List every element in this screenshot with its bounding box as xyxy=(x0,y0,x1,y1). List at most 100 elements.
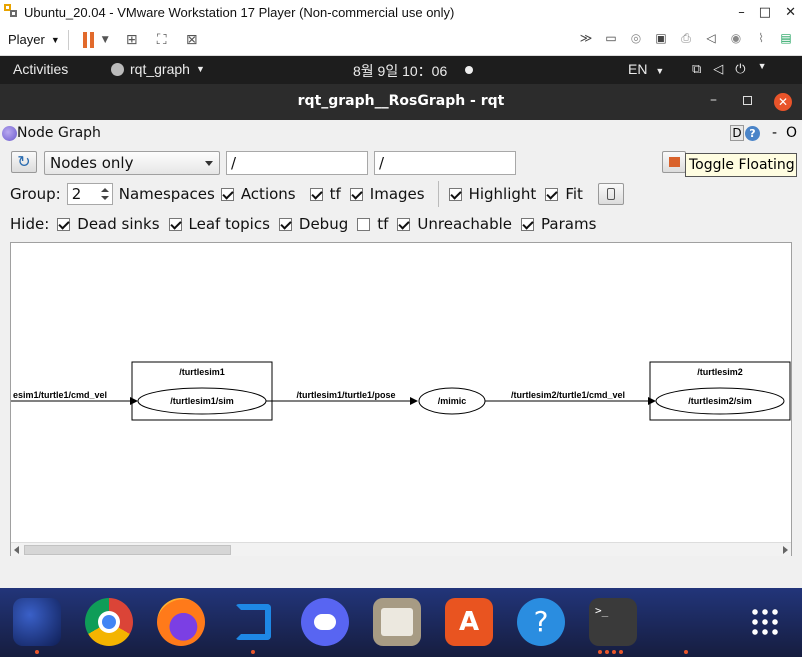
save-icon xyxy=(669,157,680,167)
printer-icon[interactable]: ⎙ xyxy=(676,28,696,48)
edge-label-cmd-vel-out[interactable]: /turtlesim2/turtle1/cmd_vel xyxy=(511,390,625,400)
fit-checkbox[interactable] xyxy=(545,187,559,201)
refresh-icon: ↻ xyxy=(17,152,31,171)
graph-mode-select[interactable]: Nodes only xyxy=(44,151,220,175)
message-log-icon[interactable]: ▤ xyxy=(776,28,796,48)
horizontal-scrollbar[interactable] xyxy=(11,542,791,556)
debug-checkbox[interactable] xyxy=(278,217,292,231)
namespace-filter-input[interactable]: / xyxy=(226,151,368,175)
discord-icon[interactable] xyxy=(301,598,349,646)
help-icon[interactable]: ? xyxy=(517,598,565,646)
dead-sinks-checkbox[interactable] xyxy=(57,217,71,231)
files-icon[interactable] xyxy=(373,598,421,646)
show-apps-icon[interactable] xyxy=(741,598,789,646)
plugin-title-bar: Node Graph D ? - O xyxy=(0,124,802,144)
minimize-plugin-button[interactable]: - xyxy=(772,125,777,141)
software-center-icon[interactable]: A xyxy=(445,598,493,646)
input-language-button[interactable]: EN ▼ xyxy=(628,61,664,77)
network-adapter-icon[interactable]: ▣ xyxy=(651,28,671,48)
tf-checkbox[interactable] xyxy=(309,187,323,201)
hide-tf-label: tf xyxy=(377,215,389,233)
usb-device-icon[interactable]: ⌇ xyxy=(751,28,771,48)
volume-muted-icon: ◁ xyxy=(713,61,724,76)
hide-tf-option[interactable]: tf xyxy=(357,215,388,233)
fit-option[interactable]: Fit xyxy=(545,185,583,203)
namespaces-checkbox[interactable] xyxy=(220,187,234,201)
unreachable-checkbox[interactable] xyxy=(397,217,411,231)
hide-options-row: Hide: Dead sinks Leaf topics Debug tf Un… xyxy=(10,214,605,234)
tooltip: Toggle Floating xyxy=(685,153,797,177)
hide-tf-checkbox[interactable] xyxy=(357,217,371,231)
highlight-checkbox[interactable] xyxy=(448,187,462,201)
node-graph-icon xyxy=(2,126,17,141)
images-checkbox[interactable] xyxy=(349,187,363,201)
group-spinbox[interactable]: 2 xyxy=(66,183,113,205)
group-options-row: Group: 2 Namespaces Actions tf Images Hi… xyxy=(10,181,624,207)
terminal-icon[interactable]: >_ xyxy=(589,598,637,646)
sound-card-icon[interactable]: ◁ xyxy=(701,28,721,48)
vscode-icon[interactable] xyxy=(229,598,277,646)
recording-indicator-icon xyxy=(465,66,473,74)
maximize-button[interactable] xyxy=(743,96,752,105)
help-button[interactable]: ? xyxy=(745,126,760,141)
activities-button[interactable]: Activities xyxy=(13,61,68,77)
namespaces-checkbox-wrap xyxy=(220,187,241,201)
camera-icon[interactable]: ◉ xyxy=(726,28,746,48)
node-label-turtlesim1-sim: /turtlesim1/sim xyxy=(170,396,234,406)
chevron-down-icon[interactable]: ▼ xyxy=(102,35,109,45)
fit-in-view-button[interactable] xyxy=(597,183,624,205)
chevron-down-icon: ▼ xyxy=(757,61,767,71)
vmware-maximize-button[interactable]: □ xyxy=(759,5,771,20)
namespace-label-turtlesim2: /turtlesim2 xyxy=(697,367,743,377)
save-dot-button[interactable] xyxy=(662,151,686,173)
scrollbar-thumb[interactable] xyxy=(24,545,231,555)
tf-option[interactable]: tf xyxy=(309,185,341,203)
unity-mode-icon[interactable]: ⊠ xyxy=(183,32,201,48)
leaf-topics-option[interactable]: Leaf topics xyxy=(168,215,270,233)
close-button[interactable]: ✕ xyxy=(774,93,792,111)
whale-browser-icon[interactable] xyxy=(13,598,61,646)
running-indicator xyxy=(251,650,255,654)
images-option[interactable]: Images xyxy=(349,185,425,203)
spin-down-icon[interactable] xyxy=(100,196,109,200)
firefox-icon[interactable] xyxy=(157,598,205,646)
more-devices-button[interactable]: ≫ xyxy=(576,28,596,48)
fullscreen-icon[interactable]: ⛶ xyxy=(153,32,171,48)
cd-drive-icon[interactable]: ◎ xyxy=(626,28,646,48)
network-icon: ⧉ xyxy=(692,61,702,76)
system-tray[interactable]: ⧉ ◁ ⏻ ▼ xyxy=(692,61,767,77)
dead-sinks-label: Dead sinks xyxy=(77,215,160,233)
params-checkbox[interactable] xyxy=(521,217,535,231)
hard-disk-icon[interactable]: ▭ xyxy=(601,28,621,48)
group-spinbox-value: 2 xyxy=(71,185,82,203)
vmware-close-button[interactable]: ✕ xyxy=(785,5,796,20)
graph-canvas[interactable]: esim1/turtle1/cmd_vel /turtlesim1 /turtl… xyxy=(10,242,792,556)
scroll-right-icon[interactable] xyxy=(783,546,788,554)
clock[interactable]: 8월 9일 10：06 xyxy=(353,61,447,81)
dead-sinks-option[interactable]: Dead sinks xyxy=(57,215,160,233)
float-plugin-button[interactable]: O xyxy=(786,125,797,141)
scroll-left-icon[interactable] xyxy=(14,546,19,554)
app-menu-label: rqt_graph xyxy=(130,61,190,77)
chrome-icon[interactable] xyxy=(85,598,133,646)
highlight-option[interactable]: Highlight xyxy=(448,185,536,203)
edge-label-pose[interactable]: /turtlesim1/turtle1/pose xyxy=(296,390,395,400)
rqt-window-title: rqt_graph__RosGraph - rqt xyxy=(297,93,505,109)
player-menu-button[interactable]: Player ▼ xyxy=(8,32,60,47)
unreachable-option[interactable]: Unreachable xyxy=(397,215,512,233)
app-menu-button[interactable]: rqt_graph ▼ xyxy=(111,61,205,77)
running-indicator xyxy=(598,650,602,654)
topic-filter-input[interactable]: / xyxy=(374,151,516,175)
spin-up-icon[interactable] xyxy=(100,188,109,192)
edge-label-cmd-vel-in[interactable]: esim1/turtle1/cmd_vel xyxy=(13,390,107,400)
send-ctrl-alt-del-icon[interactable]: ⊞ xyxy=(123,32,141,48)
minimize-button[interactable]: – xyxy=(710,92,717,108)
vmware-minimize-button[interactable]: – xyxy=(738,5,745,20)
graph-mode-value: Nodes only xyxy=(50,154,134,172)
params-option[interactable]: Params xyxy=(521,215,596,233)
leaf-topics-checkbox[interactable] xyxy=(168,217,182,231)
refresh-button[interactable]: ↻ xyxy=(11,151,37,173)
debug-button[interactable]: D xyxy=(730,125,744,141)
debug-option[interactable]: Debug xyxy=(278,215,348,233)
pause-button[interactable] xyxy=(82,31,94,48)
